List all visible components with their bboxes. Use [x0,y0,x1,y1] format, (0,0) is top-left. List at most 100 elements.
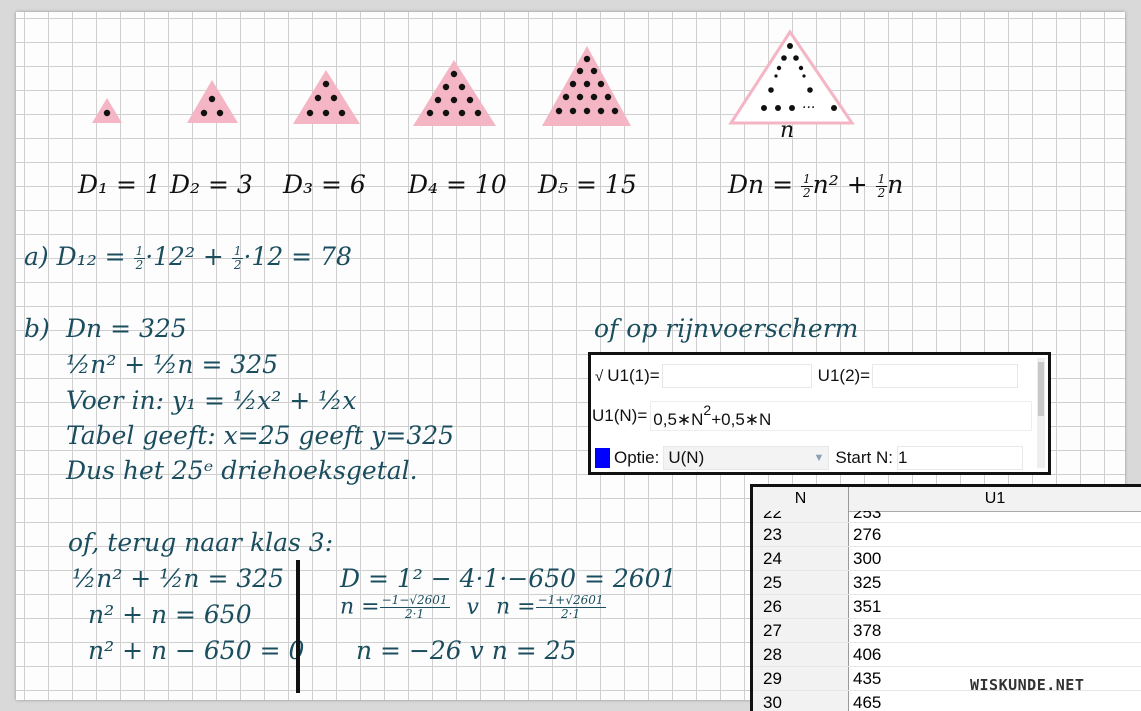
cell-n[interactable]: 25 [753,571,849,594]
table-row[interactable]: 27 378 [753,619,1141,643]
cell-u1[interactable]: 276 [849,523,881,546]
half-fraction: 12 [801,173,813,200]
part-a: a) D₁₂ = 1 2·12² + 1 2·12 = 78 [24,242,352,272]
formula-dn-end: n [887,170,904,199]
triangle-5 [542,46,631,126]
cell-u1[interactable]: 465 [849,691,881,711]
part-a-half-1: 12 [133,244,146,272]
alternative-abc-formula: n = −1−√2601 2·1 v n = −1+√2601 2·1 [340,594,606,621]
sequence-editor-panel: √ U1(1)= U1(2)= U1(N)= 0,5∗N 2 +0,5∗N Opti… [588,352,1051,475]
abc-fraction-1: −1−√2601 2·1 [379,593,450,621]
cell-u1[interactable]: 325 [849,571,881,594]
alternative-left-2: n² + n = 650 [88,600,252,629]
part-a-start: D₁₂ = [56,242,134,271]
cell-n[interactable]: 27 [753,619,849,642]
formula-d4: D₄ = 10 [408,170,507,199]
option-select[interactable]: U(N) ▼ [663,446,830,470]
part-a-end: ·12 = 78 [243,242,352,271]
abc-fraction-1-den: 2·1 [405,607,425,621]
table-row[interactable]: 30 465 [753,691,1141,711]
part-a-mid: ·12² + [145,242,232,271]
header-u1[interactable]: U1 [849,487,1141,511]
cell-u1[interactable]: 300 [849,547,881,570]
cell-n[interactable]: 30 [753,691,849,711]
cell-u1-partial: 253 [853,511,882,522]
alternative-result: n = −26 v n = 25 [356,636,577,665]
or-symbol: v [466,594,479,620]
alternative-left-3: n² + n − 650 = 0 [88,636,305,665]
alternative-left-1: ½n² + ½n = 325 [72,564,285,593]
triangle-illustrations [92,29,855,126]
cell-u1[interactable]: 378 [849,619,881,642]
u1-1-label: U1(1)= [607,366,660,385]
formula-d3: D₃ = 6 [283,170,366,199]
abc-fraction-2: −1+√2601 2·1 [535,593,606,621]
table-row[interactable]: 23 276 [753,523,1141,547]
cell-n[interactable]: 26 [753,595,849,618]
triangle-n [728,29,855,125]
option-select-value: U(N) [668,448,705,467]
panel-scrollbar-thumb[interactable] [1038,362,1044,416]
part-a-half-2: 12 [231,244,244,272]
table-row-partial: 22 253 [753,511,1141,523]
part-a-half-2-den: 2 [233,258,242,272]
cell-n[interactable]: 24 [753,547,849,570]
table-header: N U1 [753,487,1141,512]
header-n[interactable]: N [753,487,849,511]
cell-u1[interactable]: 351 [849,595,881,618]
triangle-dots-ellipsis: ... [802,96,816,112]
u1-2-label: U1(2)= [817,366,871,385]
cell-n[interactable]: 29 [753,667,849,690]
start-input[interactable]: 1 [896,446,1023,470]
table-row[interactable]: 24 300 [753,547,1141,571]
video-frame: ... n D₁ = 1 D₂ = 3 D₃ = 6 D₄ = 10 D₅ = … [0,0,1141,711]
panel-scrollbar[interactable] [1037,358,1045,468]
cell-n[interactable]: 23 [753,523,849,546]
abc-fraction-2-den: 2·1 [561,607,581,621]
alternative-discriminant: D = 1² − 4·1·−650 = 2601 [340,564,677,593]
u1-2-input[interactable] [872,364,1019,388]
watermark-logo: WISKUNDE.NET [970,676,1085,694]
table-row[interactable]: 28 406 [753,643,1141,667]
part-a-label: a) [24,242,49,271]
triangle-4 [413,60,496,126]
part-b-line5: Dus het 25ᵉ driehoeksgetal. [66,456,418,485]
formula-dn: Dn = 1 2 n² + 12n [728,170,903,200]
cell-n[interactable]: 28 [753,643,849,666]
cell-n-partial: 22 [753,511,849,522]
part-a-half-1-den: 2 [135,258,144,272]
half-fraction-2: 12 [875,172,888,200]
part-b-line1: Dn = 325 [66,314,187,343]
part-a-half-2-num: 1 [231,244,244,259]
expression-part-b: +0,5∗N [711,410,772,429]
option-color-swatch[interactable] [595,448,610,468]
formula-d1: D₁ = 1 [78,170,161,199]
start-label: Start N: [835,448,893,467]
triangle-2 [187,80,238,123]
abc-fraction-1-num: −1−√2601 [379,593,450,608]
expression-part-a: 0,5∗N [653,410,704,429]
vertical-divider [296,560,300,693]
formula-dn-mid: n² + [812,170,876,199]
start-input-value: 1 [897,448,908,467]
check-mark-icon[interactable]: √ [595,368,603,385]
u1-n-label: U1(N)= [592,406,648,425]
alternative-header: of, terug naar klas 3: [68,528,334,557]
table-row[interactable]: 25 325 [753,571,1141,595]
triangle-side-label: n [780,118,795,143]
part-b-label: b) [24,314,50,343]
formula-dn-prefix: Dn = [728,170,801,199]
part-a-half-1-num: 1 [133,244,146,259]
part-b-line3: Voer in: y₁ = ½x² + ½x [66,386,357,415]
half-den: 2 [803,186,811,200]
cell-u1[interactable]: 406 [849,643,881,666]
table-row[interactable]: 26 351 [753,595,1141,619]
triangle-3 [293,70,360,124]
u1-1-input[interactable] [661,364,812,388]
triangle-1 [92,98,122,123]
expression-input[interactable]: 0,5∗N 2 +0,5∗N [650,401,1033,431]
abc-fraction-2-num: −1+√2601 [535,593,606,608]
row-expression: U1(N)= 0,5∗N 2 +0,5∗N [591,399,1041,433]
half-num-2: 1 [875,172,888,187]
cell-u1[interactable]: 435 [849,667,881,690]
